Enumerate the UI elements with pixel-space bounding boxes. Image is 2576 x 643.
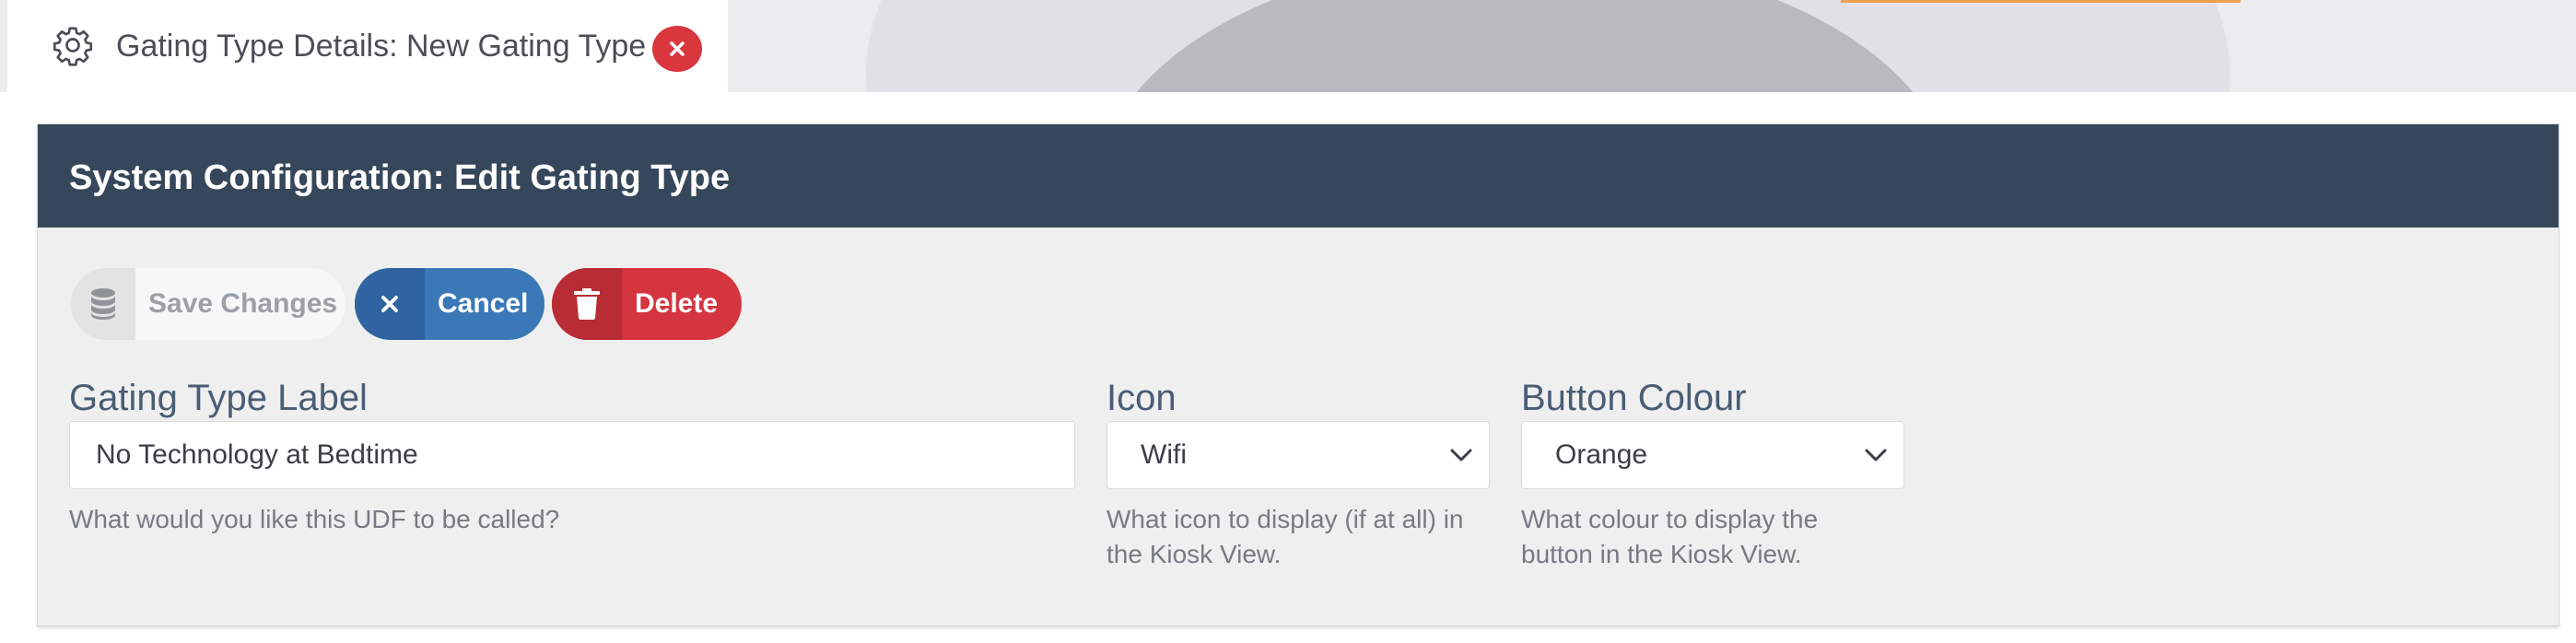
panel-header: System Configuration: Edit Gating Type: [38, 124, 2558, 228]
background-accent-bar: [1841, 0, 2241, 3]
trash-icon: [552, 268, 622, 340]
button-colour-select[interactable]: Orange: [1521, 421, 1904, 489]
close-icon: [670, 41, 685, 56]
icon-select-value: Wifi: [1141, 439, 1187, 470]
button-colour-help: What colour to display the button in the…: [1521, 505, 1819, 568]
cancel-button[interactable]: Cancel: [355, 268, 544, 340]
gating-type-label-input[interactable]: No Technology at Bedtime: [69, 421, 1075, 489]
edit-gating-type-panel: System Configuration: Edit Gating Type S…: [37, 123, 2559, 626]
gear-icon: [53, 27, 93, 66]
gating-type-label-help: What would you like this UDF to be calle…: [69, 505, 560, 533]
save-changes-button[interactable]: Save Changes: [71, 268, 345, 340]
chevron-down-icon: [1865, 449, 1887, 462]
delete-button[interactable]: Delete: [552, 268, 742, 340]
cancel-label: Cancel: [438, 288, 529, 319]
chevron-down-icon: [1450, 449, 1472, 462]
panel-title: System Configuration: Edit Gating Type: [69, 158, 731, 197]
button-colour-select-value: Orange: [1555, 439, 1648, 470]
delete-label: Delete: [635, 288, 719, 319]
gating-type-label-value: No Technology at Bedtime: [96, 439, 418, 470]
tab-title: Gating Type Details: New Gating Type: [116, 29, 647, 64]
icon-help: What icon to display (if at all) in the …: [1107, 505, 1464, 568]
database-icon: [71, 268, 135, 340]
icon-select[interactable]: Wifi: [1107, 421, 1490, 489]
tab-gating-type-details[interactable]: Gating Type Details: New Gating Type: [7, 0, 728, 92]
close-icon: [355, 268, 425, 340]
button-colour-heading: Button Colour: [1521, 378, 1747, 418]
gating-type-label-heading: Gating Type Label: [69, 378, 368, 418]
tab-close-button[interactable]: [652, 26, 702, 72]
icon-heading: Icon: [1107, 378, 1177, 418]
save-changes-label: Save Changes: [148, 288, 338, 319]
